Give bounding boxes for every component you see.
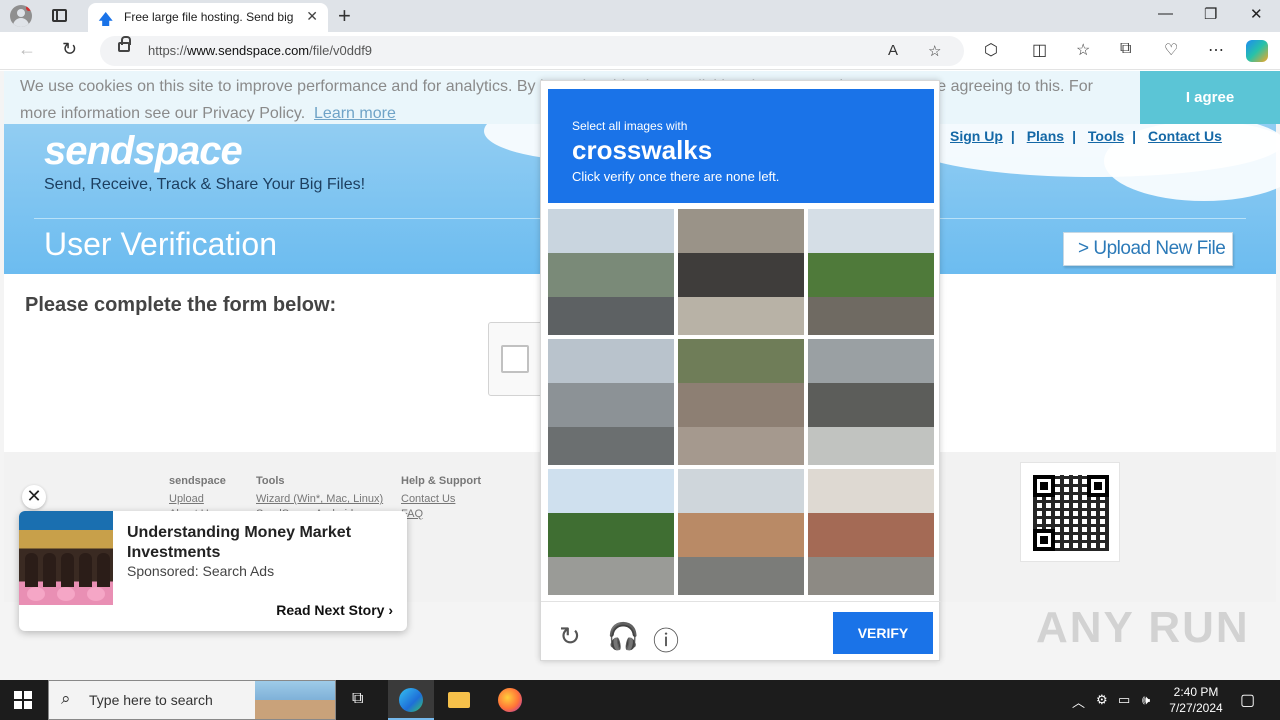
captcha-target: crosswalks	[572, 135, 713, 165]
new-tab-button[interactable]: +	[338, 3, 351, 29]
captcha-challenge: Select all images with crosswalks Click …	[540, 80, 941, 661]
volume-icon[interactable]: 🕪	[1142, 692, 1150, 708]
footer-link-upload[interactable]: Upload	[169, 493, 226, 505]
tile-street-buildings[interactable]	[548, 209, 674, 335]
browser-essentials-icon[interactable]: ♡	[1164, 40, 1178, 60]
captcha-subtext: Click verify once there are none left.	[572, 169, 780, 184]
refresh-challenge-icon[interactable]: ↻	[559, 621, 581, 652]
firefox-icon[interactable]	[486, 680, 532, 720]
sendspace-favicon-icon: 🡅	[98, 11, 114, 28]
profile-avatar-icon[interactable]	[10, 5, 32, 27]
system-clock[interactable]: 2:40 PM 7/27/2024	[1164, 684, 1228, 716]
ad-close-icon[interactable]: ✕	[22, 485, 46, 509]
refresh-icon[interactable]: ↻	[62, 39, 77, 60]
tab-actions-icon[interactable]	[52, 9, 67, 22]
ad-image	[19, 511, 113, 605]
page-title: User Verification	[44, 226, 277, 262]
browser-tab[interactable]: 🡅 Free large file hosting. Send big f ✕	[88, 3, 328, 32]
restore-icon[interactable]: ❐	[1204, 5, 1217, 23]
learn-more-link[interactable]: Learn more	[314, 105, 396, 122]
ad-title[interactable]: Understanding Money Market Investments	[127, 523, 397, 563]
back-icon[interactable]: ←	[18, 39, 36, 60]
search-highlight-image	[255, 681, 335, 719]
close-window-icon[interactable]: ✕	[1250, 5, 1263, 23]
nav-plans[interactable]: Plans	[1027, 128, 1064, 144]
sendspace-logo[interactable]: sendspace	[44, 129, 243, 174]
copilot-icon[interactable]	[1246, 40, 1268, 62]
captcha-prompt: Select all images with crosswalks Click …	[548, 89, 934, 203]
tray-app-icon[interactable]: ⚙	[1096, 692, 1108, 708]
nav-sign-up[interactable]: Sign Up	[950, 128, 1003, 144]
edge-taskbar-icon[interactable]	[388, 680, 434, 720]
sponsored-ad-card[interactable]: Understanding Money Market Investments S…	[19, 511, 407, 631]
ad-sponsored-label: Sponsored: Search Ads	[127, 563, 275, 579]
captcha-instruction: Select all images with	[572, 119, 688, 133]
search-icon: ⌕	[61, 689, 71, 708]
task-view-icon[interactable]: ⧉	[338, 680, 384, 720]
anyrun-watermark: ANY RUN	[1036, 603, 1250, 652]
browser-tab-strip: 🡅 Free large file hosting. Send big f ✕ …	[0, 0, 1280, 32]
agree-button[interactable]: I agree	[1140, 71, 1280, 124]
tile-storefront[interactable]	[808, 469, 934, 595]
info-icon[interactable]: ⓘ	[653, 621, 679, 658]
notifications-icon[interactable]: ▢	[1240, 690, 1255, 710]
captcha-footer-divider	[541, 601, 941, 602]
split-screen-icon[interactable]: ◫	[1032, 40, 1047, 60]
footer-link-faq[interactable]: FAQ	[401, 508, 481, 520]
footer-link-contact[interactable]: Contact Us	[401, 493, 481, 505]
close-tab-icon[interactable]: ✕	[306, 8, 318, 25]
read-next-story-link[interactable]: Read Next Story ›	[276, 602, 393, 618]
tile-cyclist[interactable]	[678, 339, 804, 465]
footer-link-wizard[interactable]: Wizard (Win*, Mac, Linux)	[256, 493, 383, 505]
address-bar[interactable]: https://www.sendspace.com/file/v0ddf9 A …	[100, 36, 964, 66]
tab-title: Free large file hosting. Send big f	[124, 10, 294, 24]
tile-shop-street[interactable]	[678, 469, 804, 595]
windows-taskbar: ⌕ Type here to search ⧉ ︿ ⚙ ▭ 🕪 2:40 PM …	[0, 680, 1280, 720]
tile-motorcycle[interactable]	[678, 209, 804, 335]
read-aloud-icon[interactable]: A	[888, 42, 898, 59]
windows-start-icon[interactable]	[14, 691, 32, 709]
network-icon[interactable]: ▭	[1118, 692, 1130, 708]
taskbar-search-box[interactable]: ⌕ Type here to search	[48, 680, 336, 720]
lock-icon[interactable]	[118, 36, 131, 52]
upload-new-file-button[interactable]: > Upload New File	[1063, 232, 1233, 266]
top-nav: Sign Up | Plans | Tools | Contact Us	[950, 128, 1222, 144]
collections-icon[interactable]: ⧉	[1120, 40, 1131, 58]
tile-highway[interactable]	[548, 339, 674, 465]
favorite-star-icon[interactable]: ☆	[928, 42, 941, 60]
file-explorer-icon[interactable]	[436, 680, 482, 720]
browser-toolbar: ← ↻ https://www.sendspace.com/file/v0ddf…	[0, 32, 1280, 70]
site-tagline: Send, Receive, Track & Share Your Big Fi…	[44, 176, 366, 193]
minimize-icon[interactable]: —	[1158, 5, 1173, 22]
more-options-icon[interactable]: ⋯	[1208, 40, 1224, 60]
tray-chevron-icon[interactable]: ︿	[1072, 692, 1085, 711]
tile-traffic-light[interactable]	[548, 469, 674, 595]
tile-tunnel[interactable]	[808, 209, 934, 335]
favorites-icon[interactable]: ☆	[1076, 40, 1090, 60]
tile-bicycle[interactable]	[808, 339, 934, 465]
qr-code	[1020, 462, 1120, 562]
footer-col-help: Help & Support Contact Us FAQ	[401, 475, 482, 520]
verify-button[interactable]: VERIFY	[833, 612, 933, 654]
audio-challenge-icon[interactable]: 🎧	[607, 621, 639, 652]
search-placeholder: Type here to search	[89, 692, 213, 708]
captcha-checkbox-widget[interactable]	[488, 322, 548, 396]
extensions-icon[interactable]: ⬡	[984, 40, 998, 60]
url-text[interactable]: https://www.sendspace.com/file/v0ddf9	[148, 43, 372, 58]
form-title: Please complete the form below:	[25, 294, 337, 316]
captcha-checkbox[interactable]	[501, 345, 529, 373]
nav-contact-us[interactable]: Contact Us	[1148, 128, 1222, 144]
nav-tools[interactable]: Tools	[1088, 128, 1124, 144]
